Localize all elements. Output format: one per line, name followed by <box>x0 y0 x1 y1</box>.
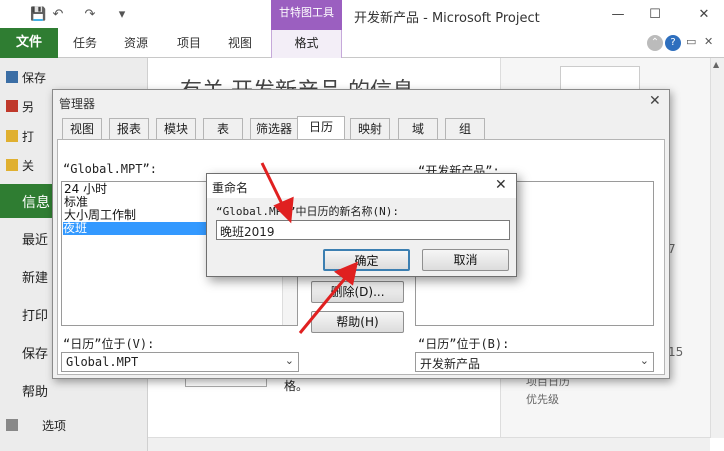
annotation-arrows <box>260 162 359 334</box>
annotation-arrow-input <box>260 162 294 224</box>
annotation-arrow-ok <box>298 261 359 334</box>
